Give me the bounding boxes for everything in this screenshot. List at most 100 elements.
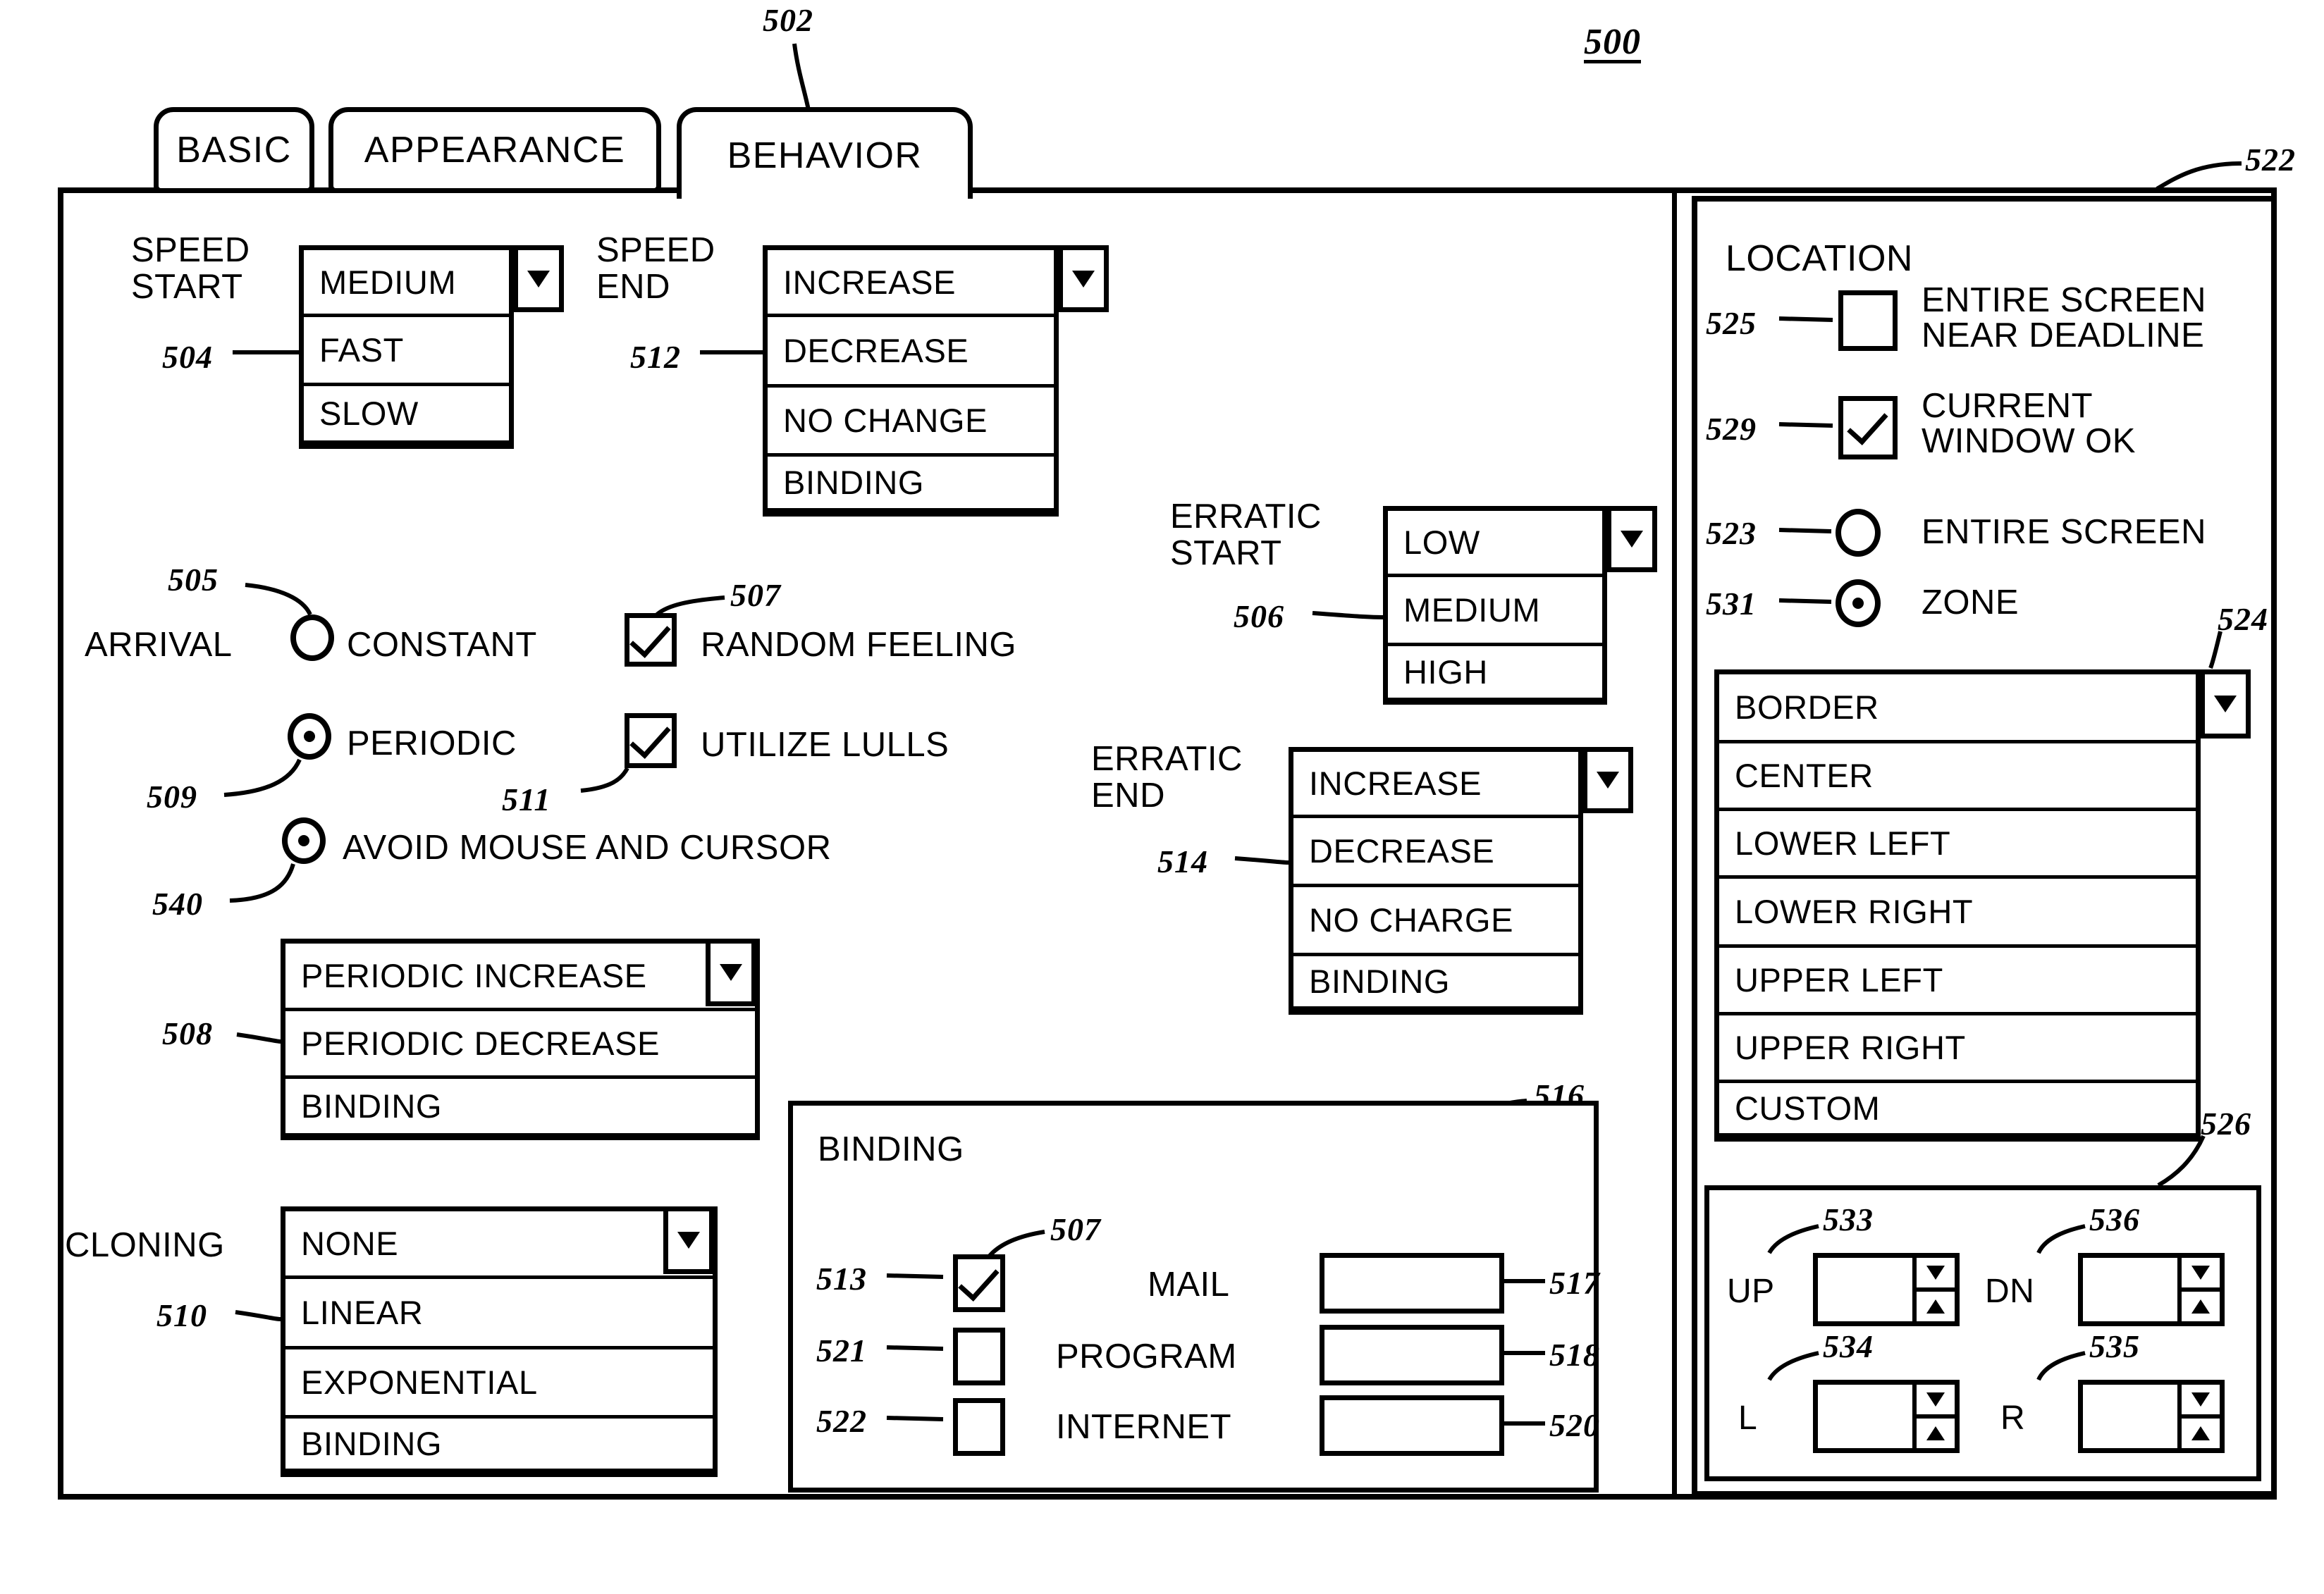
location-list-option[interactable]: UPPER LEFT [1719, 948, 2196, 1015]
erratic-start-option[interactable]: MEDIUM [1388, 577, 1602, 646]
binding-field-program[interactable] [1320, 1325, 1504, 1385]
ref-511: 511 [502, 781, 551, 817]
speed-start-option[interactable]: SLOW [304, 386, 509, 444]
cloning-option[interactable]: BINDING [285, 1419, 713, 1472]
spinner-up-button[interactable] [1917, 1419, 1955, 1448]
location-list-option[interactable]: UPPER RIGHT [1719, 1015, 2196, 1083]
speed-end-option[interactable]: DECREASE [768, 317, 1054, 388]
speed-start-option[interactable]: FAST [304, 317, 509, 386]
radio-avoid-mouse-and-cursor[interactable] [282, 817, 326, 864]
ref-509: 509 [147, 779, 197, 815]
ref-521: 521 [816, 1333, 867, 1369]
ref-524: 524 [2218, 601, 2268, 637]
zone-spinner-up-field[interactable] [1818, 1258, 1912, 1321]
zone-spinner-l-field[interactable] [1818, 1385, 1912, 1448]
ref-504: 504 [162, 339, 213, 375]
zone-spinner-up-arrows[interactable] [1912, 1258, 1955, 1321]
zone-spinner-l-value [1818, 1385, 1912, 1397]
erratic-end-dropdown[interactable]: INCREASE DECREASE NO CHARGE BINDING [1289, 747, 1633, 1015]
radio-zone[interactable] [1836, 579, 1881, 627]
checkbox-current-window-ok[interactable] [1838, 396, 1898, 459]
periodic-option[interactable]: BINDING [285, 1079, 755, 1137]
tab-basic[interactable]: BASIC [154, 107, 314, 193]
cloning-option[interactable]: LINEAR [285, 1279, 713, 1349]
erratic-end-option[interactable]: BINDING [1293, 956, 1578, 1010]
ref-535: 535 [2089, 1328, 2140, 1364]
location-list-option[interactable]: BORDER [1719, 674, 2196, 743]
tab-behavior[interactable]: BEHAVIOR [677, 107, 973, 199]
zone-spinner-dn-arrows[interactable] [2177, 1258, 2220, 1321]
erratic-start-dropdown-arrow-button[interactable] [1606, 506, 1657, 572]
zone-spinner-dn-field[interactable] [2083, 1258, 2177, 1321]
checkbox-binding-program[interactable] [953, 1328, 1005, 1385]
erratic-start-option[interactable]: LOW [1388, 511, 1602, 577]
spinner-down-button[interactable] [1917, 1385, 1955, 1419]
tab-appearance-label: APPEARANCE [364, 130, 626, 171]
erratic-end-option[interactable]: NO CHARGE [1293, 887, 1578, 956]
speed-end-dropdown[interactable]: INCREASE DECREASE NO CHANGE BINDING [763, 245, 1109, 517]
spinner-up-button[interactable] [2182, 1292, 2220, 1321]
checkbox-random-feeling[interactable] [625, 613, 677, 667]
chevron-down-icon [720, 964, 742, 981]
location-list-option[interactable]: LOWER RIGHT [1719, 879, 2196, 948]
location-list-dropdown-arrow-button[interactable] [2200, 669, 2251, 739]
zone-spinner-r-arrows[interactable] [2177, 1385, 2220, 1448]
zone-spinner-dn[interactable] [2078, 1253, 2225, 1326]
location-list-option[interactable]: LOWER LEFT [1719, 811, 2196, 879]
zone-spinner-r[interactable] [2078, 1380, 2225, 1453]
radio-arrival-periodic[interactable] [288, 713, 331, 760]
checkbox-utilize-lulls[interactable] [625, 713, 677, 768]
binding-field-mail[interactable] [1320, 1253, 1504, 1314]
zone-spinner-label-r: R [2000, 1400, 2026, 1437]
radio-arrival-constant[interactable] [290, 614, 334, 661]
spinner-up-button[interactable] [2182, 1419, 2220, 1448]
cloning-option[interactable]: EXPONENTIAL [285, 1349, 713, 1419]
periodic-dropdown[interactable]: PERIODIC INCREASE PERIODIC DECREASE BIND… [281, 939, 760, 1140]
checkbox-binding-mail[interactable] [953, 1254, 1005, 1312]
speed-end-dropdown-arrow-button[interactable] [1058, 245, 1109, 312]
spinner-down-button[interactable] [1917, 1258, 1955, 1292]
checkbox-entire-screen-near-deadline[interactable] [1838, 290, 1898, 351]
speed-start-option[interactable]: MEDIUM [304, 250, 509, 317]
zone-spinner-r-field[interactable] [2083, 1385, 2177, 1448]
spinner-down-button[interactable] [2182, 1258, 2220, 1292]
periodic-option[interactable]: PERIODIC INCREASE [285, 944, 755, 1011]
chevron-down-icon [2191, 1392, 2210, 1407]
speed-end-option[interactable]: BINDING [768, 457, 1054, 512]
ref-523: 523 [1706, 515, 1757, 551]
chevron-down-icon [2191, 1266, 2210, 1280]
arrival-label: ARRIVAL [85, 626, 233, 664]
speed-start-dropdown-arrow-button[interactable] [513, 245, 564, 312]
zone-spinner-up-value [1818, 1258, 1912, 1271]
zone-spinner-l[interactable] [1813, 1380, 1960, 1453]
erratic-end-option[interactable]: INCREASE [1293, 752, 1578, 818]
location-list-dropdown[interactable]: BORDER CENTER LOWER LEFT LOWER RIGHT UPP… [1714, 669, 2251, 1142]
zone-spinner-up[interactable] [1813, 1253, 1960, 1326]
tab-appearance[interactable]: APPEARANCE [328, 107, 661, 193]
speed-end-option[interactable]: NO CHANGE [768, 388, 1054, 457]
cloning-dropdown[interactable]: NONE LINEAR EXPONENTIAL BINDING [281, 1206, 718, 1477]
binding-row-label-internet: INTERNET [1056, 1408, 1231, 1446]
utilize-lulls-label: UTILIZE LULLS [701, 726, 949, 764]
zone-spinner-r-value [2083, 1385, 2177, 1397]
spinner-down-button[interactable] [2182, 1385, 2220, 1419]
ref-507-binding: 507 [1050, 1211, 1101, 1247]
erratic-start-option[interactable]: HIGH [1388, 646, 1602, 701]
periodic-dropdown-arrow-button[interactable] [706, 939, 756, 1006]
zone-spinner-l-arrows[interactable] [1912, 1385, 1955, 1448]
binding-field-internet[interactable] [1320, 1395, 1504, 1456]
erratic-end-dropdown-arrow-button[interactable] [1582, 747, 1633, 813]
speed-start-dropdown[interactable]: MEDIUM FAST SLOW [299, 245, 564, 449]
cloning-dropdown-arrow-button[interactable] [663, 1206, 714, 1274]
erratic-end-option[interactable]: DECREASE [1293, 818, 1578, 887]
ref-531: 531 [1706, 586, 1757, 622]
erratic-start-dropdown[interactable]: LOW MEDIUM HIGH [1383, 506, 1657, 705]
location-list-option[interactable]: CUSTOM [1719, 1083, 2196, 1137]
checkbox-binding-internet[interactable] [953, 1398, 1005, 1456]
spinner-up-button[interactable] [1917, 1292, 1955, 1321]
cloning-option[interactable]: NONE [285, 1211, 713, 1279]
location-list-option[interactable]: CENTER [1719, 743, 2196, 811]
periodic-option[interactable]: PERIODIC DECREASE [285, 1011, 755, 1079]
speed-end-option[interactable]: INCREASE [768, 250, 1054, 317]
radio-entire-screen[interactable] [1836, 509, 1881, 557]
